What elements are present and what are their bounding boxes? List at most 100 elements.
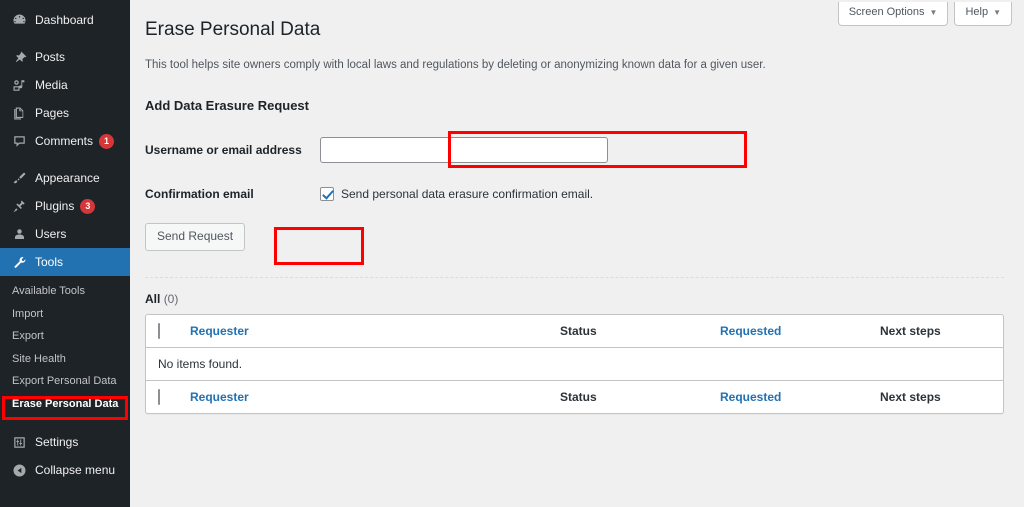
- send-confirmation-checkbox[interactable]: [320, 186, 334, 201]
- select-all-checkbox-footer[interactable]: [158, 388, 160, 405]
- sidebar-subitem-site-health[interactable]: Site Health: [0, 348, 130, 371]
- username-label: Username or email address: [145, 142, 302, 157]
- table-head: Requester Status Requested Next steps: [146, 315, 1003, 348]
- tools-wrench-icon: [9, 252, 29, 272]
- sidebar-divider: [0, 34, 130, 43]
- sidebar-item-settings[interactable]: Settings: [0, 428, 130, 456]
- column-footer-requested[interactable]: Requested: [710, 379, 870, 413]
- tools-submenu: Available Tools Import Export Site Healt…: [0, 276, 130, 419]
- erasure-requests-table: Requester Status Requested Next steps No…: [145, 313, 1004, 414]
- table-foot: Requester Status Requested Next steps: [146, 379, 1003, 413]
- sidebar-item-label: Media: [35, 78, 68, 92]
- screen-options-label: Screen Options: [848, 6, 925, 18]
- no-items-message: No items found.: [158, 356, 243, 371]
- main-content: Screen Options ▼ Help ▼ Erase Personal D…: [130, 0, 1024, 507]
- column-footer-next-steps: Next steps: [870, 379, 1003, 413]
- settings-sliders-icon: [9, 432, 29, 452]
- sidebar-item-plugins[interactable]: Plugins 3: [0, 192, 130, 220]
- confirmation-field-cell: Send personal data erasure confirmation …: [320, 175, 1004, 213]
- sidebar-item-pages[interactable]: Pages: [0, 99, 130, 127]
- username-field-cell: [320, 125, 1004, 175]
- dashboard-icon: [9, 10, 29, 30]
- sidebar-item-label: Settings: [35, 435, 79, 449]
- form-row-confirmation: Confirmation email Send personal data er…: [145, 175, 1004, 213]
- sidebar-item-label: Appearance: [35, 171, 100, 185]
- sidebar-item-appearance[interactable]: Appearance: [0, 164, 130, 192]
- sidebar-item-posts[interactable]: Posts: [0, 43, 130, 71]
- list-filter-links: All (0): [145, 292, 1004, 306]
- admin-sidebar: Dashboard Posts Media Pages Comments 1 A…: [0, 0, 138, 507]
- username-input[interactable]: [320, 136, 608, 163]
- column-footer-next-steps-label: Next steps: [880, 389, 941, 404]
- sidebar-item-label: Tools: [35, 255, 64, 269]
- users-icon: [9, 224, 29, 244]
- comments-count-badge: 1: [99, 133, 115, 149]
- sidebar-divider: [0, 155, 130, 164]
- column-header-requester-link[interactable]: Requester: [190, 324, 249, 338]
- sidebar-subitem-export-personal-data[interactable]: Export Personal Data: [0, 370, 130, 393]
- sidebar-item-label: Posts: [35, 50, 66, 64]
- filter-all-count: (0): [163, 291, 179, 306]
- column-header-requested-link[interactable]: Requested: [720, 324, 781, 338]
- column-footer-requester-link[interactable]: Requester: [190, 390, 249, 404]
- chevron-down-icon: ▼: [993, 7, 1001, 17]
- select-all-header: [146, 315, 180, 348]
- column-footer-status: Status: [550, 379, 710, 413]
- sidebar-subitem-import[interactable]: Import: [0, 303, 130, 326]
- help-button[interactable]: Help ▼: [954, 2, 1012, 27]
- comments-icon: [9, 131, 29, 151]
- table-row-empty: No items found.: [146, 348, 1003, 380]
- column-header-status-label: Status: [560, 323, 597, 338]
- column-header-next-steps-label: Next steps: [880, 323, 941, 338]
- sidebar-item-label: Pages: [35, 106, 70, 120]
- send-request-button[interactable]: Send Request: [145, 222, 246, 251]
- sidebar-subitem-erase-personal-data[interactable]: Erase Personal Data: [0, 393, 130, 416]
- sidebar-item-users[interactable]: Users: [0, 220, 130, 248]
- table-header-row: Requester Status Requested Next steps: [146, 315, 1003, 348]
- pages-icon: [9, 103, 29, 123]
- sidebar-item-collapse-menu[interactable]: Collapse menu: [0, 456, 130, 484]
- appearance-brush-icon: [9, 168, 29, 188]
- sidebar-item-label: Collapse menu: [35, 463, 116, 477]
- sidebar-item-label: Dashboard: [35, 13, 94, 27]
- column-header-requester[interactable]: Requester: [180, 315, 550, 348]
- pin-icon: [9, 47, 29, 67]
- sidebar-divider: [0, 419, 130, 428]
- confirmation-label: Confirmation email: [145, 186, 254, 201]
- media-icon: [9, 75, 29, 95]
- sidebar-item-dashboard[interactable]: Dashboard: [0, 6, 130, 34]
- sidebar-item-label: Plugins: [35, 199, 75, 213]
- plugins-icon: [9, 196, 29, 216]
- confirmation-checkbox-wrap[interactable]: Send personal data erasure confirmation …: [320, 186, 994, 201]
- column-footer-requested-link[interactable]: Requested: [720, 390, 781, 404]
- sidebar-item-media[interactable]: Media: [0, 71, 130, 99]
- send-confirmation-checkbox-label: Send personal data erasure confirmation …: [341, 186, 594, 201]
- erasure-request-form: Username or email address Confirmation e…: [145, 125, 1004, 213]
- sidebar-item-comments[interactable]: Comments 1: [0, 127, 130, 155]
- screen-options-button[interactable]: Screen Options ▼: [837, 2, 949, 27]
- filter-all-link[interactable]: All: [145, 292, 160, 306]
- column-header-requested[interactable]: Requested: [710, 315, 870, 348]
- select-all-footer: [146, 379, 180, 413]
- sidebar-item-label: Users: [35, 227, 67, 241]
- column-footer-status-label: Status: [560, 389, 597, 404]
- column-header-next-steps: Next steps: [870, 315, 1003, 348]
- sidebar-subitem-available-tools[interactable]: Available Tools: [0, 280, 130, 303]
- sidebar-item-tools[interactable]: Tools: [0, 248, 138, 276]
- column-footer-requester[interactable]: Requester: [180, 379, 550, 413]
- section-title-add-request: Add Data Erasure Request: [145, 97, 309, 113]
- help-label: Help: [965, 6, 989, 18]
- column-header-status: Status: [550, 315, 710, 348]
- sidebar-item-label: Comments: [35, 134, 94, 148]
- sidebar-subitem-export[interactable]: Export: [0, 325, 130, 348]
- form-row-username: Username or email address: [145, 125, 1004, 175]
- collapse-arrow-icon: [9, 460, 29, 480]
- chevron-down-icon: ▼: [929, 7, 938, 17]
- select-all-checkbox[interactable]: [158, 322, 160, 339]
- submit-row: Send Request: [145, 222, 1004, 251]
- table-body: No items found.: [146, 348, 1003, 380]
- plugins-count-badge: 3: [80, 198, 96, 214]
- screen-meta-links: Screen Options ▼ Help ▼: [837, 2, 1012, 27]
- page-description: This tool helps site owners comply with …: [145, 58, 766, 71]
- wp-admin-screen: Dashboard Posts Media Pages Comments 1 A…: [0, 0, 1024, 507]
